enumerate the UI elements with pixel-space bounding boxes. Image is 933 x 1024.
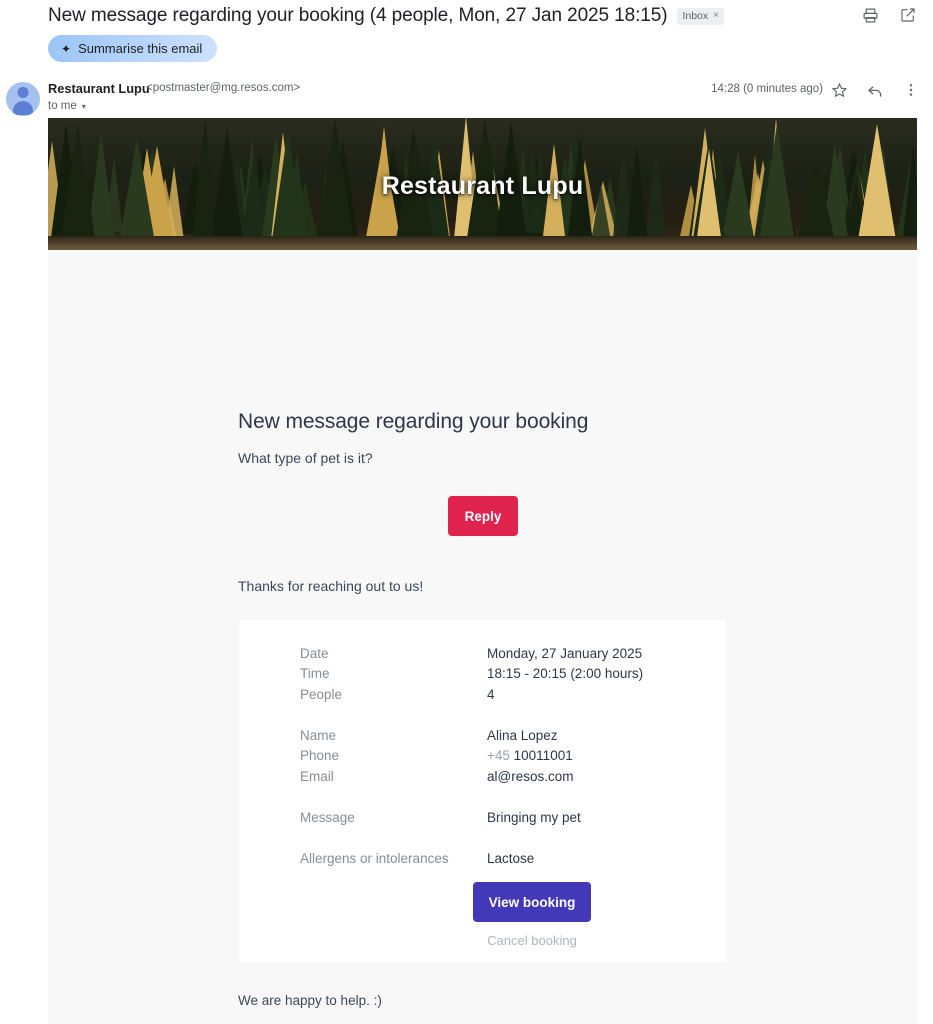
booking-row-value: Lactose: [487, 851, 535, 866]
chevron-down-icon: ▾: [81, 101, 86, 111]
booking-row-label: Phone: [300, 748, 340, 763]
label-chip-inbox[interactable]: Inbox ×: [677, 7, 724, 25]
booking-row-label: Date: [300, 646, 329, 661]
email-question: What type of pet is it?: [238, 450, 373, 466]
booking-row-label: Name: [300, 728, 337, 743]
open-in-new-window-icon[interactable]: [897, 4, 919, 26]
sender-email: <postmaster@mg.resos.com>: [146, 82, 301, 94]
sender-name: Restaurant Lupu: [48, 81, 150, 96]
booking-row-label: Allergens or intolerances: [300, 851, 449, 866]
email-headline: New message regarding your booking: [238, 410, 589, 433]
cancel-booking-link[interactable]: Cancel booking: [473, 933, 591, 948]
avatar-body: [13, 101, 33, 115]
banner-ground: [48, 236, 917, 250]
booking-details-card: Date Monday, 27 January 2025 Time 18:15 - 2…: [239, 620, 726, 962]
subject-row: New message regarding your booking (4 pe…: [0, 0, 933, 32]
star-icon[interactable]: [829, 80, 849, 100]
sparkle-icon: ✦: [61, 41, 72, 56]
reply-button[interactable]: Reply: [448, 496, 518, 536]
message-action-group: [829, 80, 921, 100]
booking-row-value: Alina Lopez: [487, 728, 558, 743]
header-icon-group: [859, 4, 919, 26]
sender-row: Restaurant Lupu <postmaster@mg.resos.com…: [0, 78, 933, 118]
email-thanks-line: Thanks for reaching out to us!: [238, 578, 424, 594]
banner-title: Restaurant Lupu: [381, 172, 584, 200]
reply-icon[interactable]: [865, 80, 885, 100]
booking-row-value: 4: [487, 687, 495, 702]
avatar-head: [17, 87, 29, 98]
phone-number: 10011001: [513, 748, 573, 763]
booking-row-value: +45 10011001: [487, 748, 573, 763]
booking-row-value: Bringing my pet: [487, 810, 581, 825]
page-title: New message regarding your booking (4 pe…: [48, 5, 668, 26]
booking-row-value: al@resos.com: [487, 769, 574, 784]
email-happy-line: We are happy to help. :): [238, 993, 382, 1008]
booking-row-value: 18:15 - 20:15 (2:00 hours): [487, 666, 644, 681]
avatar: [6, 82, 40, 116]
summarise-this-email-button[interactable]: ✦ Summarise this email: [48, 35, 218, 62]
recipient-label: to me: [48, 100, 77, 112]
label-chip-text: Inbox: [682, 9, 709, 22]
summarise-label: Summarise this email: [78, 41, 203, 56]
email-body: Restaurant Lupu New message regarding yo…: [48, 118, 917, 1024]
recipient-expander[interactable]: to me ▾: [48, 100, 86, 112]
booking-row-label: People: [300, 687, 343, 702]
booking-row-label: Time: [300, 666, 330, 681]
print-icon[interactable]: [859, 4, 881, 26]
booking-row-label: Email: [300, 769, 334, 784]
message-timestamp: 14:28 (0 minutes ago): [711, 83, 823, 95]
phone-country-code: +45: [487, 748, 514, 763]
gmail-message-view: New message regarding your booking (4 pe…: [0, 0, 933, 1024]
email-banner-image: Restaurant Lupu: [48, 118, 917, 250]
booking-row-label: Message: [300, 810, 355, 825]
booking-row-value: Monday, 27 January 2025: [487, 646, 643, 661]
more-options-icon[interactable]: [901, 80, 921, 100]
close-icon[interactable]: ×: [713, 10, 719, 21]
view-booking-button[interactable]: View booking: [473, 882, 591, 922]
